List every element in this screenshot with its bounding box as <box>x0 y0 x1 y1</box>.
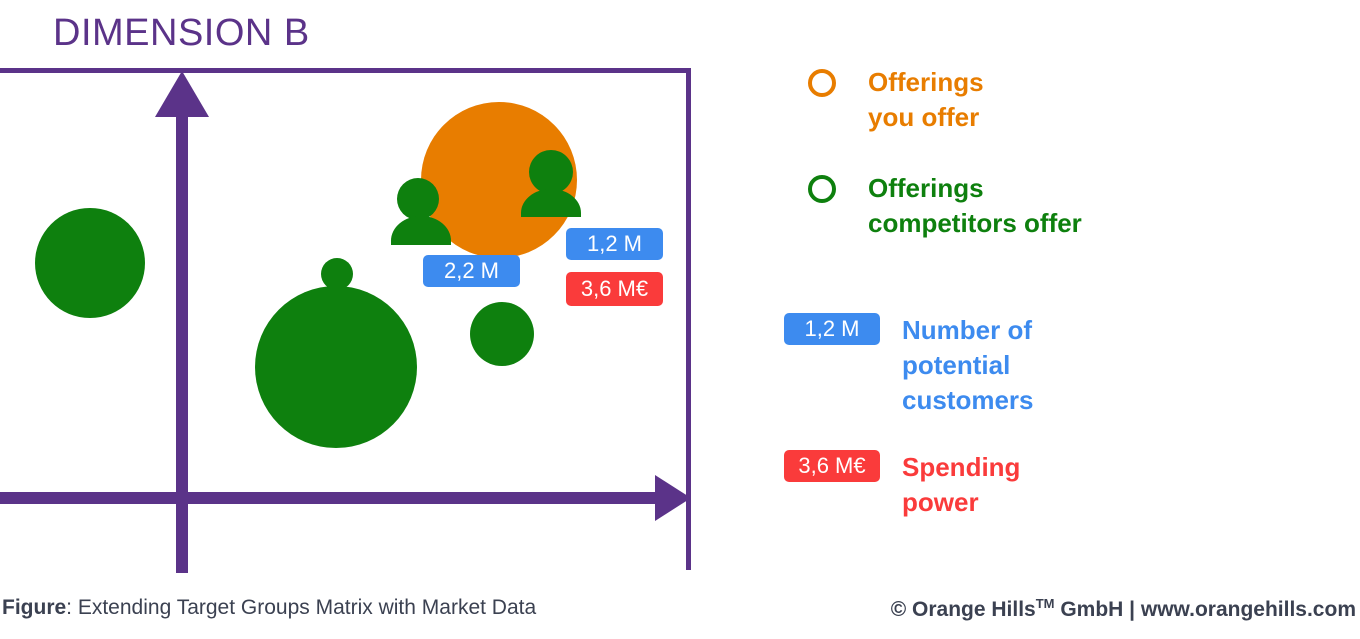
legend-item-label: Offerings competitors offer <box>868 173 1082 238</box>
person-icon-left <box>391 178 451 245</box>
ring-green-icon <box>808 175 836 203</box>
trademark-symbol: TM <box>1035 596 1055 611</box>
legend-item-own-offerings[interactable]: Offerings you offer <box>808 65 984 134</box>
website-link[interactable]: www.orangehills.com <box>1141 598 1356 621</box>
figure-caption: Figure: Extending Target Groups Matrix w… <box>2 596 536 620</box>
copyright-line: © Orange HillsTM GmbH | www.orangehills.… <box>891 596 1356 622</box>
badge-swatch-customers: 1,2 M <box>784 313 880 345</box>
badge-own-spending-power[interactable]: 3,6 M€ <box>566 272 663 306</box>
legend-metric-label: Number of potential customers <box>902 315 1034 416</box>
person-icon-right <box>521 150 581 217</box>
badge-own-customers[interactable]: 1,2 M <box>566 228 663 260</box>
badge-swatch-spending-power: 3,6 M€ <box>784 450 880 482</box>
competitor-bubble-left[interactable] <box>35 208 145 318</box>
badge-competitor-customers[interactable]: 2,2 M <box>423 255 520 287</box>
company-name: Orange Hills <box>912 598 1036 621</box>
figure-caption-separator: : <box>66 596 78 619</box>
figure-caption-prefix: Figure <box>2 596 67 619</box>
legend-item-competitor-offerings[interactable]: Offerings competitors offer <box>808 171 1082 240</box>
competitor-bubble-large[interactable] <box>255 286 417 448</box>
diagram-canvas: DIMENSION B 2,2 M 1,2 M 3,6 M€ Offerings… <box>0 0 1360 639</box>
competitor-bubble-medium[interactable] <box>470 302 534 366</box>
legend-item-label: Offerings you offer <box>868 67 984 132</box>
ring-orange-icon <box>808 69 836 97</box>
matrix-title: DIMENSION B <box>53 12 310 54</box>
legend-metric-label: Spending power <box>902 452 1021 518</box>
legend-metric-spending-power[interactable]: 3,6 M€ Spending power <box>784 450 1020 520</box>
legend-metric-customers[interactable]: 1,2 M Number of potential customers <box>784 313 1034 418</box>
figure-caption-text: Extending Target Groups Matrix with Mark… <box>77 596 537 619</box>
copyright-symbol: © <box>890 598 913 621</box>
legal-form: GmbH | <box>1054 598 1141 621</box>
